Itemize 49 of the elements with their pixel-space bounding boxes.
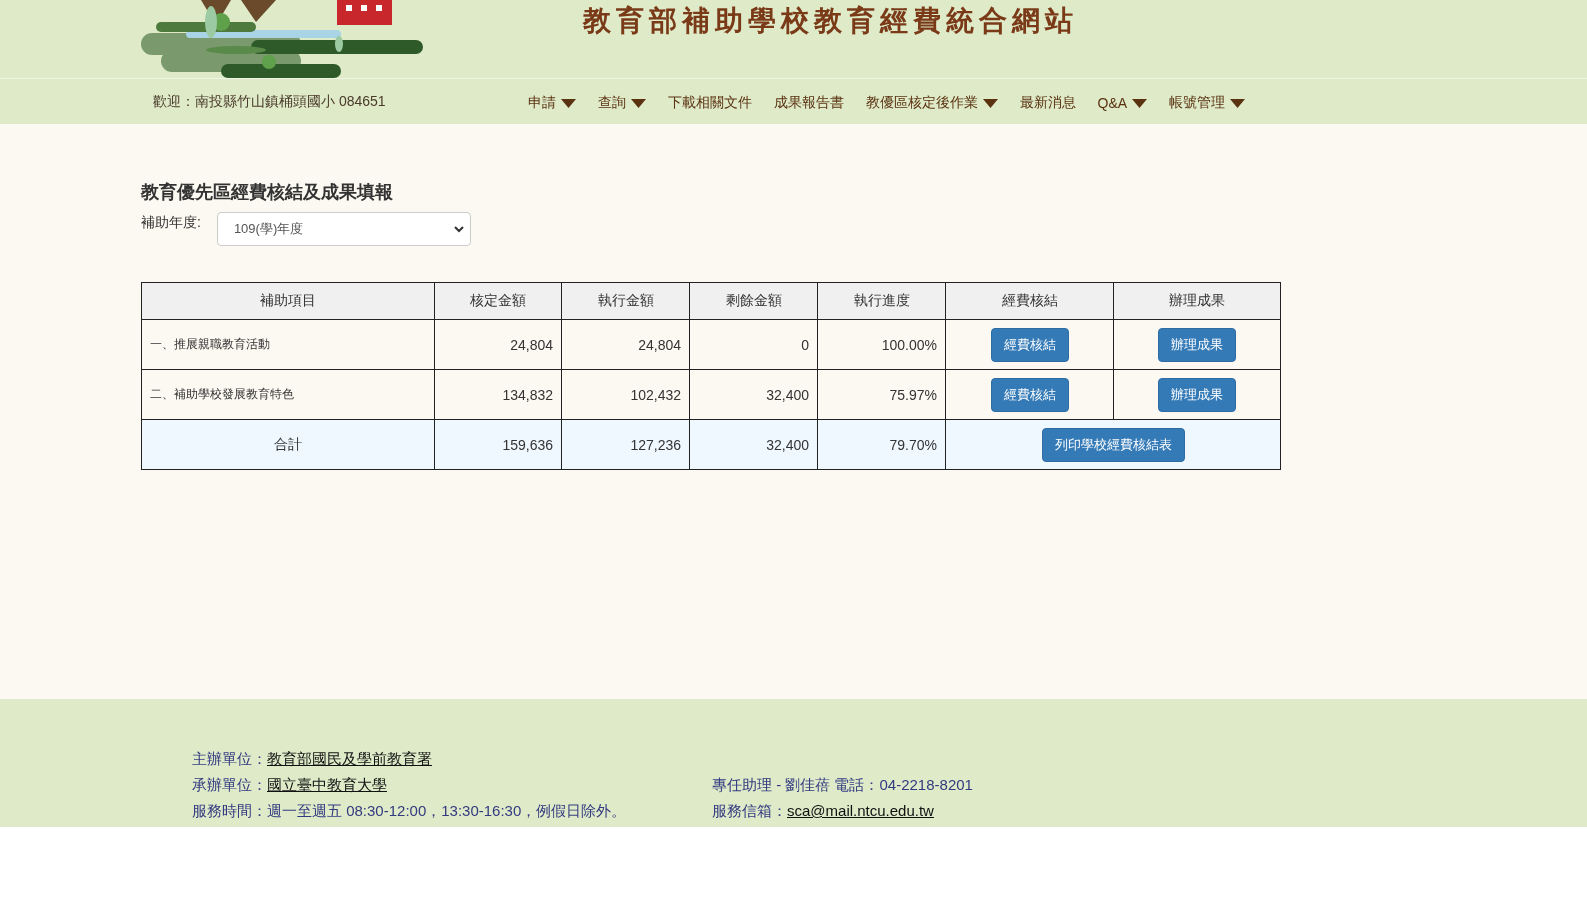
year-label: 補助年度: bbox=[141, 213, 201, 232]
site-title: 教育部補助學校教育經費統合網站 bbox=[583, 4, 1078, 38]
table-cell: 134,832 bbox=[434, 369, 562, 420]
table-cell: 32,400 bbox=[689, 419, 818, 470]
table-cell: 0 bbox=[689, 319, 818, 370]
footer-text: 服務時間：週一至週五 08:30-12:00，13:30-16:30，例假日除外。 bbox=[192, 801, 628, 820]
column-header: 核定金額 bbox=[434, 282, 562, 320]
footer-text: 主辦單位：教育部國民及學前教育署 bbox=[192, 749, 433, 768]
dropdown-menu-link[interactable]: 教優區核定後作業 bbox=[865, 91, 998, 112]
nav-link[interactable]: 最新消息 bbox=[1019, 91, 1076, 112]
nav-link[interactable]: 成果報告書 bbox=[773, 91, 844, 112]
dropdown-menu-link[interactable]: 查詢 bbox=[597, 91, 646, 112]
footer-link[interactable]: sca@mail.ntcu.edu.tw bbox=[787, 802, 934, 819]
table-cell: 127,236 bbox=[561, 419, 690, 470]
table-cell: 102,432 bbox=[561, 369, 690, 420]
column-header: 補助項目 bbox=[141, 282, 435, 320]
table-cell: 100.00% bbox=[817, 319, 946, 370]
chevron-down-icon bbox=[453, 225, 464, 233]
footer-link[interactable]: 教育部國民及學前教育署 bbox=[267, 750, 432, 767]
table-cell: 二、補助學校發展教育特色 bbox=[141, 369, 435, 420]
settlement-button[interactable]: 經費核結 bbox=[990, 327, 1069, 362]
column-header: 執行進度 bbox=[817, 282, 946, 320]
dropdown-menu-link[interactable]: 申請 bbox=[527, 91, 576, 112]
column-header: 剩餘金額 bbox=[689, 282, 818, 320]
column-header: 經費核結 bbox=[945, 282, 1114, 320]
table-cell: 24,804 bbox=[434, 319, 562, 370]
settlement-button[interactable]: 經費核結 bbox=[990, 377, 1069, 412]
results-button[interactable]: 辦理成果 bbox=[1158, 327, 1236, 362]
dropdown-menu-link[interactable]: 帳號管理 bbox=[1169, 91, 1246, 112]
table-cell: 一、推展親職教育活動 bbox=[141, 319, 435, 370]
welcome-text: 歡迎：南投縣竹山鎮桶頭國小 084651 bbox=[152, 92, 386, 111]
table-cell: 合計 bbox=[141, 419, 435, 470]
table-cell: 79.70% bbox=[817, 419, 946, 470]
results-button[interactable]: 辦理成果 bbox=[1158, 377, 1236, 412]
table-cell: 75.97% bbox=[817, 369, 946, 420]
footer-text: 承辦單位：國立臺中教育大學 bbox=[192, 775, 388, 794]
column-header: 辦理成果 bbox=[1113, 282, 1281, 320]
table-cell: 32,400 bbox=[689, 369, 818, 420]
table-cell: 24,804 bbox=[561, 319, 690, 370]
page-heading: 教育優先區經費核結及成果填報 bbox=[141, 181, 394, 204]
footer-text: 專任助理 - 劉佳蓓 電話：04-2218-8201 bbox=[712, 775, 973, 794]
table-cell: 159,636 bbox=[434, 419, 562, 470]
footer-link[interactable]: 國立臺中教育大學 bbox=[267, 776, 387, 793]
nav-link[interactable]: 下載相關文件 bbox=[667, 91, 752, 112]
print-button[interactable]: 列印學校經費核結表 bbox=[1041, 427, 1185, 462]
footer-text: 服務信箱：sca@mail.ntcu.edu.tw bbox=[712, 801, 935, 820]
column-header: 執行金額 bbox=[561, 282, 690, 320]
dropdown-menu-link[interactable]: Q&A bbox=[1097, 92, 1148, 111]
year-select[interactable]: 109(學)年度 bbox=[216, 212, 471, 246]
